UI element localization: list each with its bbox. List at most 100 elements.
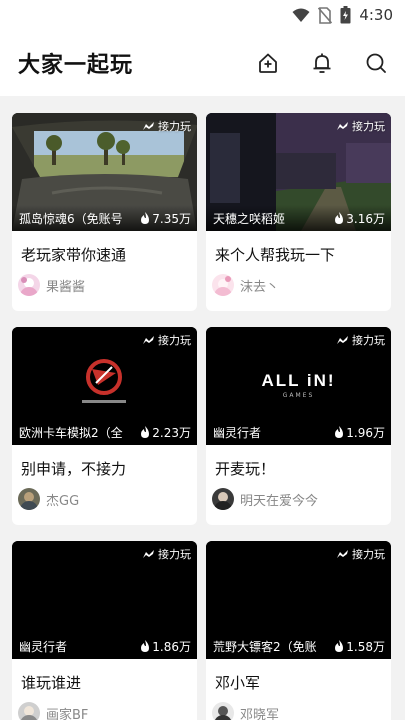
relay-label: 接力玩 (352, 334, 385, 347)
game-name: 欧洲卡车模拟2（全 (19, 425, 123, 440)
host-info[interactable]: 明天在爱今今 (206, 485, 391, 510)
room-card[interactable]: ALL iN! GAMES 接力玩 幽灵行者 1.96万 开麦玩！ 明天在爱今今 (206, 327, 391, 525)
room-title: 来个人帮我玩一下 (215, 246, 336, 264)
heat-count: 1.86万 (136, 638, 191, 655)
wifi-icon (292, 8, 310, 23)
host-info[interactable]: 沫去丶 (206, 271, 391, 296)
host-name: 果酱酱 (46, 279, 86, 295)
notifications-button[interactable] (309, 50, 335, 76)
relay-badge: 接力玩 (142, 546, 191, 562)
flame-icon (335, 640, 344, 652)
no-sim-icon (318, 6, 333, 24)
room-thumbnail: 接力玩 欧洲卡车模拟2（全 2.23万 (12, 327, 197, 445)
search-button[interactable] (363, 50, 389, 76)
flame-icon (335, 212, 344, 224)
app-header: 大家一起玩 (0, 30, 405, 96)
search-icon (366, 53, 386, 73)
relay-badge: 接力玩 (142, 332, 191, 348)
host-info[interactable]: 画家BF (12, 699, 197, 720)
thumbnail-footer: 荒野大镖客2（免账 1.58万 (206, 633, 391, 659)
room-thumbnail: 接力玩 孤岛惊魂6（免账号 7.35万 (12, 113, 197, 231)
relay-label: 接力玩 (352, 548, 385, 561)
create-room-button[interactable] (255, 50, 281, 76)
heat-value: 1.86万 (152, 639, 191, 654)
host-info[interactable]: 邓晓军 (206, 699, 391, 720)
relay-label: 接力玩 (352, 120, 385, 133)
relay-icon (337, 336, 348, 344)
flame-icon (141, 212, 150, 224)
host-name: 明天在爱今今 (240, 493, 319, 509)
room-card[interactable]: 接力玩 荒野大镖客2（免账 1.58万 邓小军 邓晓军 (206, 541, 391, 720)
host-info[interactable]: 杰GG (12, 485, 197, 510)
heat-count: 7.35万 (136, 210, 191, 227)
thumbnail-footer: 幽灵行者 1.96万 (206, 419, 391, 445)
relay-icon (337, 122, 348, 130)
relay-icon (143, 550, 154, 558)
logo-subtext: GAMES (282, 392, 315, 399)
room-card[interactable]: 接力玩 孤岛惊魂6（免账号 7.35万 老玩家带你速通 果酱酱 (12, 113, 197, 311)
room-title: 别申请，不接力 (21, 460, 127, 478)
thumbnail-footer: 幽灵行者 1.86万 (12, 633, 197, 659)
thumbnail-footer: 天穗之咲稻姬 3.16万 (206, 205, 391, 231)
room-title: 谁玩谁进 (21, 674, 82, 692)
avatar[interactable] (18, 488, 40, 510)
heat-value: 1.96万 (346, 425, 385, 440)
room-card[interactable]: 接力玩 幽灵行者 1.86万 谁玩谁进 画家BF (12, 541, 197, 720)
game-name: 荒野大镖客2（免账 (213, 639, 317, 654)
flame-icon (141, 426, 150, 438)
room-thumbnail: 接力玩 荒野大镖客2（免账 1.58万 (206, 541, 391, 659)
avatar[interactable] (212, 488, 234, 510)
avatar[interactable] (18, 274, 40, 296)
flame-icon (335, 426, 344, 438)
game-name: 孤岛惊魂6（免账号 (19, 211, 123, 226)
thumbnail-footer: 孤岛惊魂6（免账号 7.35万 (12, 205, 197, 231)
relay-label: 接力玩 (158, 120, 191, 133)
game-name: 天穗之咲稻姬 (213, 211, 286, 226)
room-grid: 接力玩 孤岛惊魂6（免账号 7.35万 老玩家带你速通 果酱酱 接力玩 天穗之咲… (12, 113, 392, 720)
flame-icon (141, 640, 150, 652)
relay-icon (337, 550, 348, 558)
clock-text: 4:30 (359, 6, 393, 24)
relay-badge: 接力玩 (336, 118, 385, 134)
relay-label: 接力玩 (158, 548, 191, 561)
room-card[interactable]: 接力玩 天穗之咲稻姬 3.16万 来个人帮我玩一下 沫去丶 (206, 113, 391, 311)
room-title: 老玩家带你速通 (21, 246, 127, 264)
heat-value: 1.58万 (346, 639, 385, 654)
header-actions (255, 50, 389, 76)
thumbnail-footer: 欧洲卡车模拟2（全 2.23万 (12, 419, 197, 445)
host-name: 邓晓军 (240, 707, 280, 720)
host-name: 画家BF (46, 707, 89, 720)
avatar[interactable] (212, 274, 234, 296)
room-thumbnail: 接力玩 幽灵行者 1.86万 (12, 541, 197, 659)
avatar[interactable] (212, 702, 234, 720)
logo-text: ALL iN! (261, 371, 336, 390)
room-card[interactable]: 接力玩 欧洲卡车模拟2（全 2.23万 别申请，不接力 杰GG (12, 327, 197, 525)
relay-badge: 接力玩 (142, 118, 191, 134)
page-title: 大家一起玩 (18, 53, 134, 78)
relay-icon (143, 122, 154, 130)
bell-icon (313, 53, 331, 73)
avatar[interactable] (18, 702, 40, 720)
status-bar: 4:30 (0, 0, 405, 30)
home-plus-icon (259, 53, 277, 73)
heat-value: 7.35万 (152, 211, 191, 226)
room-title: 邓小军 (215, 674, 261, 692)
room-feed[interactable]: 接力玩 孤岛惊魂6（免账号 7.35万 老玩家带你速通 果酱酱 接力玩 天穗之咲… (0, 96, 405, 720)
heat-count: 1.96万 (330, 424, 385, 441)
room-thumbnail: ALL iN! GAMES 接力玩 幽灵行者 1.96万 (206, 327, 391, 445)
relay-badge: 接力玩 (336, 546, 385, 562)
relay-label: 接力玩 (158, 334, 191, 347)
heat-value: 2.23万 (152, 425, 191, 440)
game-name: 幽灵行者 (19, 639, 68, 654)
heat-count: 3.16万 (330, 210, 385, 227)
room-thumbnail: 接力玩 天穗之咲稻姬 3.16万 (206, 113, 391, 231)
relay-icon (143, 336, 154, 344)
game-name: 幽灵行者 (213, 425, 262, 440)
room-title: 开麦玩！ (215, 460, 276, 478)
heat-count: 1.58万 (330, 638, 385, 655)
battery-icon (340, 6, 351, 24)
host-info[interactable]: 果酱酱 (12, 271, 197, 296)
host-name: 沫去丶 (240, 279, 280, 295)
host-name: 杰GG (46, 493, 80, 509)
heat-count: 2.23万 (136, 424, 191, 441)
